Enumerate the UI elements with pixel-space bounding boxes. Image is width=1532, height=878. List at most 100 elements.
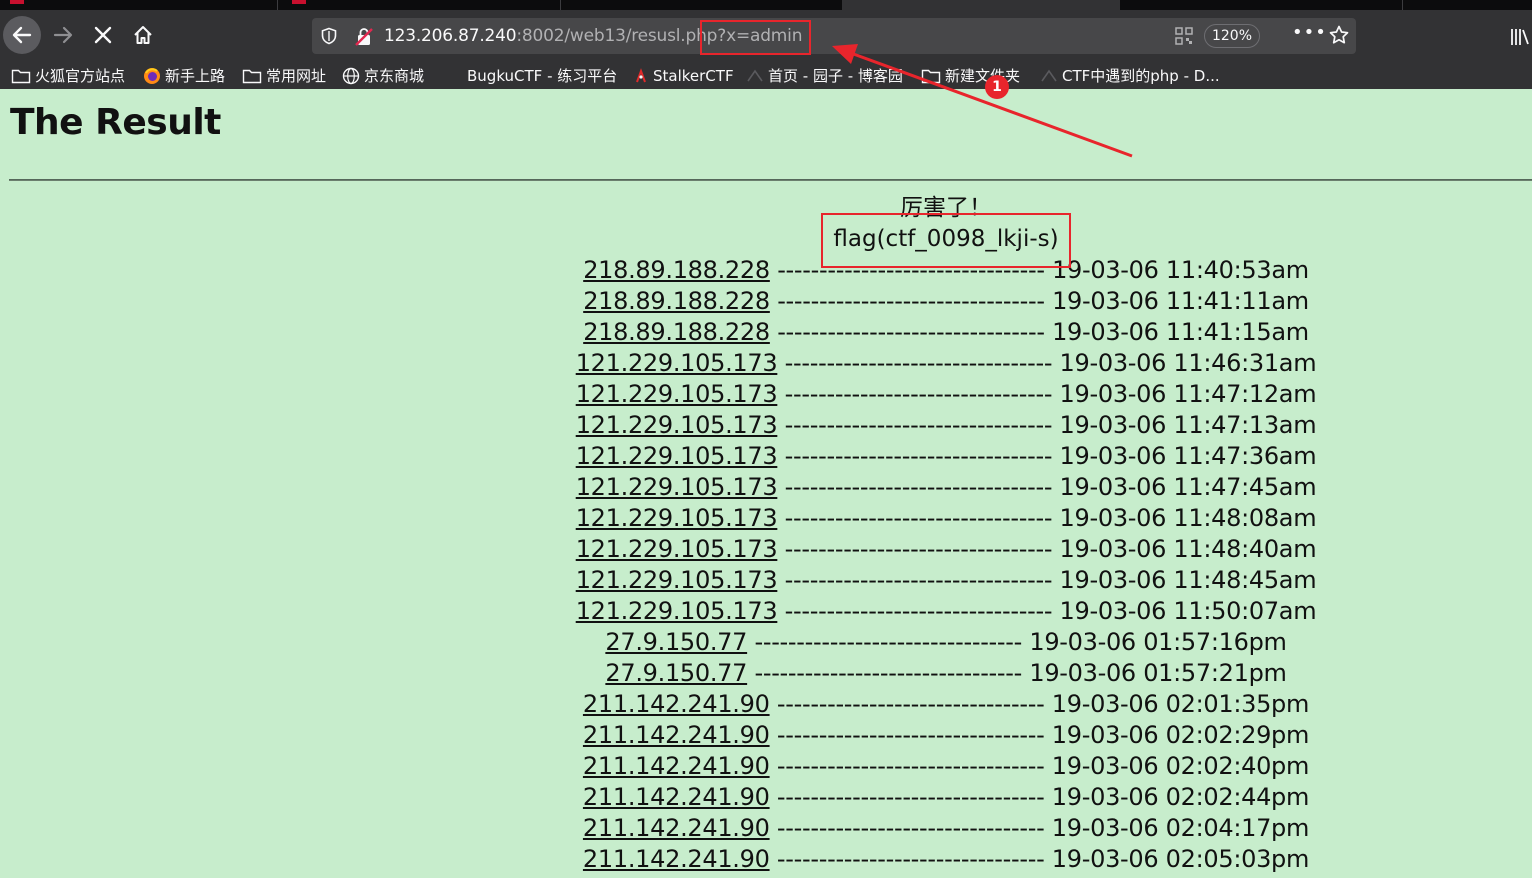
firefox-icon: [144, 67, 160, 84]
access-time: 19-03-06 01:57:16pm: [1029, 628, 1287, 656]
access-time: 19-03-06 02:02:44pm: [1051, 783, 1310, 811]
ip-link[interactable]: 121.229.105.173: [576, 411, 778, 439]
access-time: 19-03-06 11:40:53am: [1052, 256, 1309, 284]
access-time: 19-03-06 02:01:35pm: [1051, 690, 1310, 718]
ip-link[interactable]: 211.142.241.90: [583, 814, 770, 842]
insecure-lock-icon[interactable]: [354, 27, 374, 47]
arrow-left-icon: [12, 26, 32, 44]
bookmark-item[interactable]: 新手上路: [143, 62, 225, 89]
ip-link[interactable]: 121.229.105.173: [576, 349, 778, 377]
ip-link[interactable]: 211.142.241.90: [583, 752, 770, 780]
ip-link[interactable]: 121.229.105.173: [576, 597, 778, 625]
bookmark-item[interactable]: 常用网址: [242, 62, 326, 89]
access-time: 19-03-06 02:05:03pm: [1051, 845, 1310, 873]
ctf-icon: [636, 67, 646, 82]
row-separator: --------------------------------: [776, 752, 1045, 780]
row-separator: --------------------------------: [784, 566, 1053, 594]
page-actions-button[interactable]: •••: [1292, 22, 1327, 43]
row-separator: --------------------------------: [784, 442, 1053, 470]
folder-icon: [242, 69, 262, 83]
ip-link[interactable]: 121.229.105.173: [576, 566, 778, 594]
blog-icon: [747, 69, 763, 81]
ip-link[interactable]: 121.229.105.173: [576, 535, 778, 563]
access-time: 19-03-06 11:47:13am: [1059, 411, 1317, 439]
back-button[interactable]: [3, 16, 41, 54]
globe-icon: [342, 67, 360, 84]
folder-icon: [921, 69, 941, 83]
access-time: 19-03-06 11:41:11am: [1052, 287, 1309, 315]
bookmark-label: 京东商城: [364, 66, 425, 85]
url-bar[interactable]: 123.206.87.240:8002/web13/resusl.php?x=a…: [312, 18, 1356, 54]
annotation-badge: 1: [985, 75, 1009, 99]
log-row: 121.229.105.173 ------------------------…: [0, 503, 1532, 534]
ip-link[interactable]: 121.229.105.173: [576, 504, 778, 532]
access-time: 19-03-06 11:47:12am: [1059, 380, 1317, 408]
shield-icon[interactable]: [320, 27, 338, 45]
library-icon[interactable]: [1510, 28, 1530, 46]
row-separator: --------------------------------: [784, 504, 1053, 532]
ip-link[interactable]: 218.89.188.228: [583, 287, 770, 315]
row-separator: --------------------------------: [776, 690, 1045, 718]
tab-separator: [277, 0, 278, 10]
ctf-icon: [1041, 69, 1057, 81]
log-row: 218.89.188.228 -------------------------…: [0, 317, 1532, 348]
log-row: 27.9.150.77 ----------------------------…: [0, 627, 1532, 658]
home-button[interactable]: [124, 16, 162, 54]
stop-button[interactable]: [84, 16, 122, 54]
row-separator: --------------------------------: [776, 721, 1045, 749]
access-time: 19-03-06 11:47:36am: [1059, 442, 1317, 470]
log-row: 121.229.105.173 ------------------------…: [0, 472, 1532, 503]
access-time: 19-03-06 02:02:40pm: [1051, 752, 1310, 780]
folder-icon: [11, 69, 31, 83]
access-time: 19-03-06 11:46:31am: [1059, 349, 1317, 377]
ip-link[interactable]: 27.9.150.77: [605, 628, 747, 656]
tab-separator: [560, 0, 561, 10]
access-log-list: 218.89.188.228 -------------------------…: [0, 255, 1532, 875]
log-row: 27.9.150.77 ----------------------------…: [0, 658, 1532, 689]
bookmark-item[interactable]: 京东商城: [342, 62, 424, 89]
bookmark-item[interactable]: 火狐官方站点: [11, 62, 125, 89]
ip-link[interactable]: 218.89.188.228: [583, 318, 770, 346]
log-row: 218.89.188.228 -------------------------…: [0, 286, 1532, 317]
qr-code-icon[interactable]: [1174, 26, 1194, 46]
log-row: 121.229.105.173 ------------------------…: [0, 379, 1532, 410]
bookmark-label: StalkerCTF: [653, 66, 734, 85]
ip-link[interactable]: 211.142.241.90: [583, 690, 770, 718]
active-tab[interactable]: [842, 0, 1120, 10]
row-separator: --------------------------------: [776, 845, 1045, 873]
log-row: 121.229.105.173 ------------------------…: [0, 348, 1532, 379]
log-row: 121.229.105.173 ------------------------…: [0, 565, 1532, 596]
log-row: 211.142.241.90 -------------------------…: [0, 751, 1532, 782]
bookmark-item[interactable]: CTF中遇到的php - D...: [1040, 62, 1220, 89]
tab-favicon: [292, 0, 306, 4]
ip-link[interactable]: 218.89.188.228: [583, 256, 770, 284]
bookmark-label: 火狐官方站点: [35, 66, 126, 85]
log-row: 121.229.105.173 ------------------------…: [0, 441, 1532, 472]
bookmark-label: BugkuCTF - 练习平台: [467, 66, 618, 85]
access-time: 19-03-06 11:41:15am: [1052, 318, 1309, 346]
ip-link[interactable]: 121.229.105.173: [576, 380, 778, 408]
bookmark-item[interactable]: StalkerCTF: [633, 62, 734, 89]
ip-link[interactable]: 211.142.241.90: [583, 721, 770, 749]
log-row: 121.229.105.173 ------------------------…: [0, 410, 1532, 441]
page-title: The Result: [10, 102, 221, 143]
log-row: 211.142.241.90 -------------------------…: [0, 813, 1532, 844]
forward-button[interactable]: [44, 16, 82, 54]
row-separator: --------------------------------: [784, 597, 1053, 625]
ip-link[interactable]: 27.9.150.77: [605, 659, 747, 687]
ip-link[interactable]: 211.142.241.90: [583, 845, 770, 873]
star-icon[interactable]: [1328, 24, 1350, 46]
ip-link[interactable]: 121.229.105.173: [576, 442, 778, 470]
success-message: 厉害了！: [900, 195, 992, 221]
bookmark-item[interactable]: BugkuCTF - 练习平台: [467, 62, 617, 89]
row-separator: --------------------------------: [776, 814, 1045, 842]
bookmark-label: 新手上路: [165, 66, 226, 85]
access-time: 19-03-06 11:50:07am: [1059, 597, 1317, 625]
row-separator: --------------------------------: [784, 411, 1053, 439]
access-time: 19-03-06 11:48:45am: [1059, 566, 1317, 594]
zoom-level-button[interactable]: 120%: [1204, 24, 1260, 48]
ip-link[interactable]: 211.142.241.90: [583, 783, 770, 811]
bookmark-item[interactable]: 首页 - 园子 - 博客园: [746, 62, 903, 89]
log-row: 211.142.241.90 -------------------------…: [0, 720, 1532, 751]
ip-link[interactable]: 121.229.105.173: [576, 473, 778, 501]
